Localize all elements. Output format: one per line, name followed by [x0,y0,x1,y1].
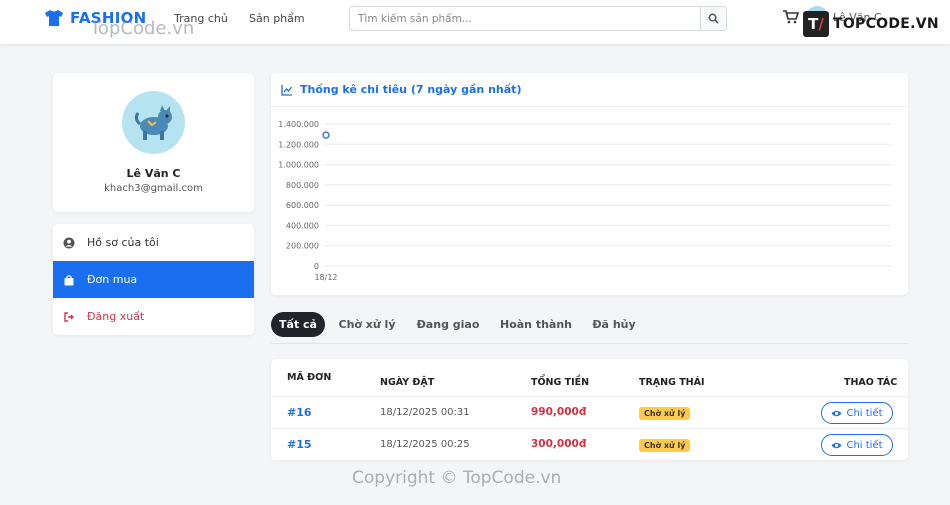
order-code-link[interactable]: #16 [287,406,312,419]
cart-icon[interactable] [783,10,799,24]
order-total: 990,000đ [531,406,587,418]
watermark-badge-icon: T / [803,11,829,37]
menu-item-label: Đơn mua [87,273,138,286]
order-total: 300,000đ [531,438,587,450]
account-menu: Hồ sơ của tôi Đơn mua Đăng xuất [53,224,254,335]
spending-chart-card: Thống kê chi tiêu (7 ngày gần nhất) 1.40… [271,73,908,295]
view-detail-label: Chi tiết [846,407,883,419]
column-header-actions: THAO TÁC [844,377,898,388]
menu-item-logout[interactable]: Đăng xuất [53,298,254,335]
data-point [322,131,330,139]
order-date: 18/12/2025 00:25 [380,439,470,450]
eye-icon [831,442,843,448]
column-header-status: TRẠNG THÁI [639,377,705,388]
tab-pending[interactable]: Chờ xử lý [335,312,399,337]
y-tick-label: 1.200.000 [278,140,319,149]
watermark-logo: T / TOPCODE.VN [803,11,939,37]
view-detail-button[interactable]: Chi tiết [821,434,893,456]
nav-products-link[interactable]: Sản phẩm [249,12,305,25]
profile-card: Lê Văn C khach3@gmail.com [53,73,254,212]
watermark-text-top: TopCode.vn [90,18,195,39]
y-tick-label: 800.000 [286,181,319,190]
menu-item-label: Hồ sơ của tôi [87,236,159,249]
profile-name: Lê Văn C [126,167,181,180]
watermark-copyright: Copyright © TopCode.vn [352,468,562,488]
search-icon [708,13,719,24]
orders-table: MÃ ĐƠN NGÀY ĐẶT TỔNG TIỀN TRẠNG THÁI THA… [271,359,908,460]
eye-icon [831,410,843,416]
view-detail-button[interactable]: Chi tiết [821,402,893,424]
tab-shipping[interactable]: Đang giao [413,312,483,337]
x-tick-label: 18/12 [314,273,337,282]
order-date: 18/12/2025 00:31 [380,407,470,418]
search-input[interactable] [350,7,700,30]
chart-header: Thống kê chi tiêu (7 ngày gần nhất) [271,73,908,107]
y-tick-label: 400.000 [286,221,319,230]
spending-line-chart: 1.400.000 1.200.000 1.000.000 800.000 600.00… [278,120,891,282]
line-chart-icon [281,84,293,96]
search-box [349,6,727,31]
status-badge: Chờ xử lý [639,439,691,452]
column-header-total: TỔNG TIỀN [531,377,590,388]
y-tick-label: 1.400.000 [278,120,319,129]
y-tick-label: 1.000.000 [278,161,319,170]
tab-all[interactable]: Tất cả [271,312,325,337]
menu-item-profile[interactable]: Hồ sơ của tôi [53,224,254,261]
sign-out-icon [64,311,74,322]
top-navbar: FASHION Trang chủ Sản phẩm Lê Văn C TopC… [0,0,950,44]
table-row: #16 18/12/2025 00:31 990,000đ Chờ xử lý … [271,396,908,428]
search-button[interactable] [700,7,726,30]
menu-item-orders[interactable]: Đơn mua [53,261,254,298]
column-header-order-code: MÃ ĐƠN [287,372,332,383]
y-tick-label: 0 [314,262,319,271]
user-circle-icon [63,237,75,248]
order-code-link[interactable]: #15 [287,438,312,451]
order-status-tabs: Tất cả Chờ xử lý Đang giao Hoàn thành Đã… [271,311,908,344]
watermark-logo-text: TOPCODE.VN [833,16,939,32]
shopping-bag-icon [64,274,74,285]
menu-item-label: Đăng xuất [87,310,145,323]
profile-email: khach3@gmail.com [104,183,203,194]
tab-completed[interactable]: Hoàn thành [497,312,575,337]
view-detail-label: Chi tiết [846,439,883,451]
profile-avatar [122,91,185,154]
status-badge: Chờ xử lý [639,407,691,420]
cartoon-cat-avatar-icon [134,105,172,140]
tab-cancelled[interactable]: Đã hủy [589,312,639,337]
chart-title: Thống kê chi tiêu (7 ngày gần nhất) [300,83,522,96]
y-tick-label: 600.000 [286,201,319,210]
table-row: #15 18/12/2025 00:25 300,000đ Chờ xử lý … [271,428,908,460]
column-header-order-date: NGÀY ĐẶT [380,377,435,388]
y-tick-label: 200.000 [286,242,319,251]
tshirt-icon [45,10,63,26]
